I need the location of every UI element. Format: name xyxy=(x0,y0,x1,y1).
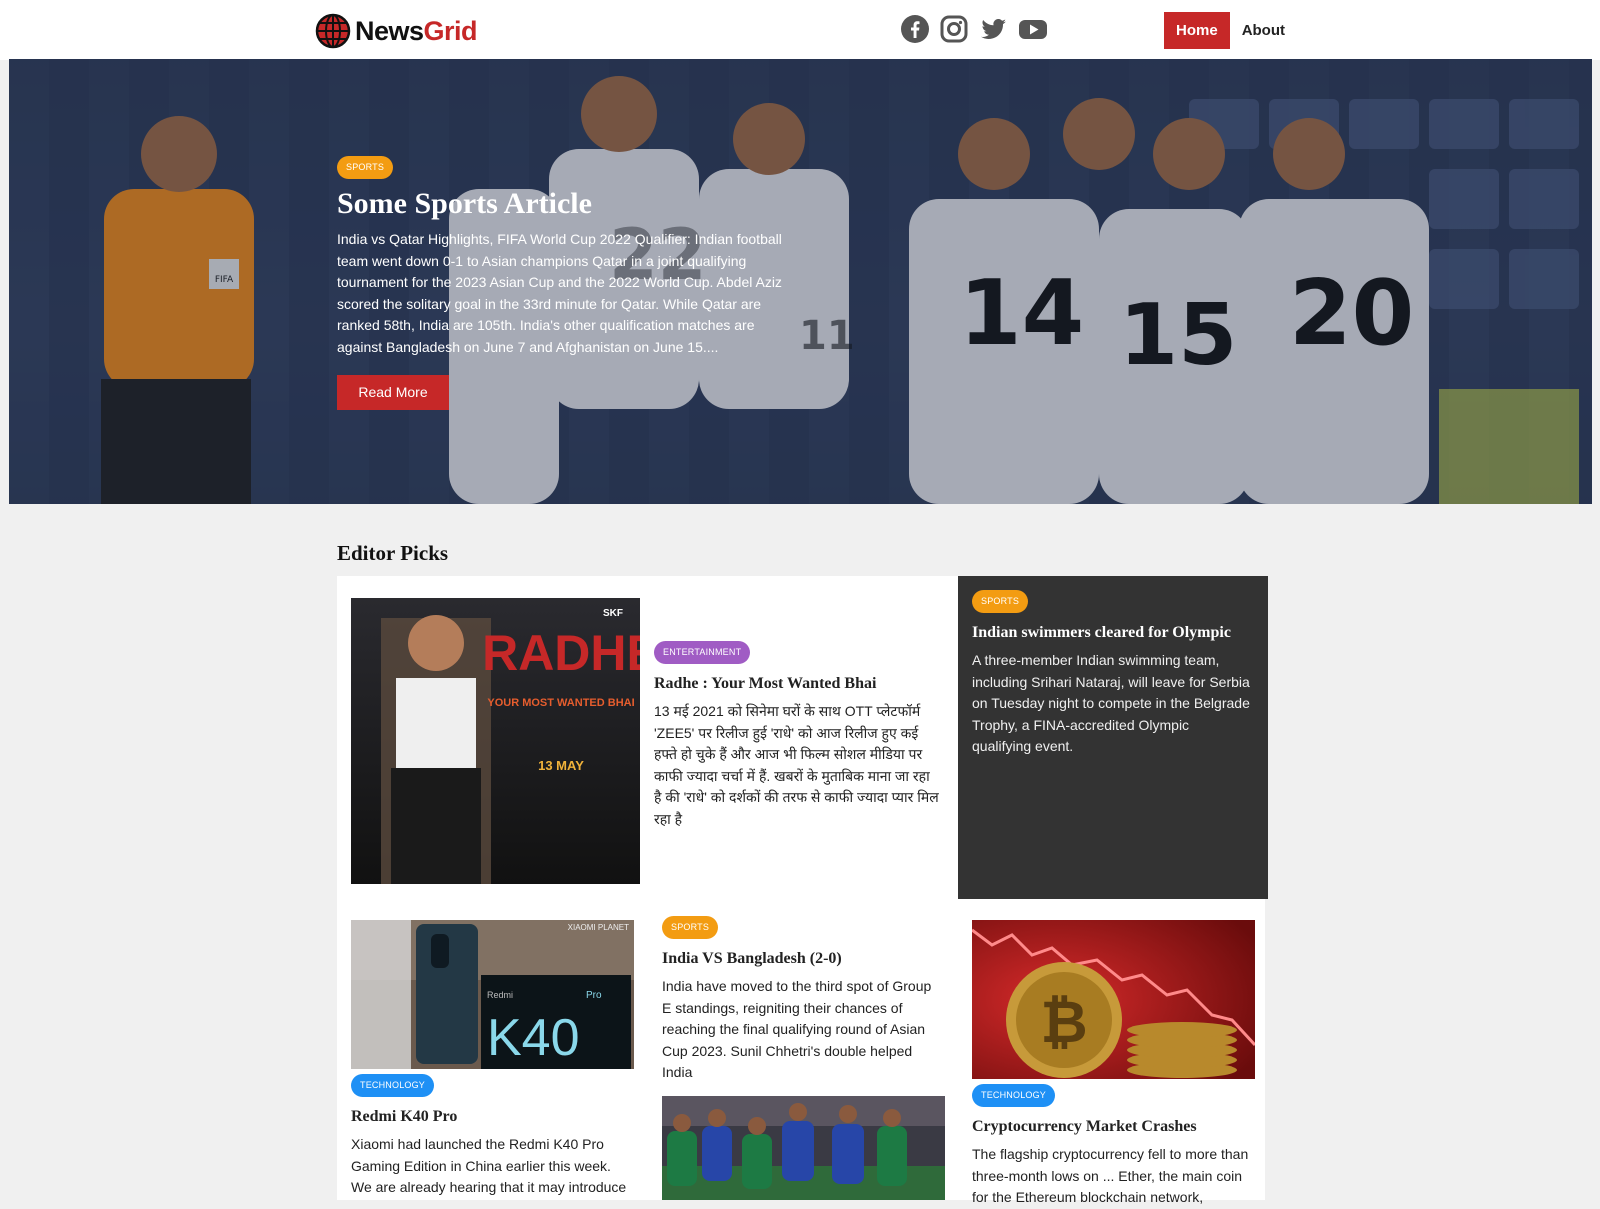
facebook-icon[interactable] xyxy=(900,14,930,44)
cryptocurrency-image[interactable]: ₿ xyxy=(972,920,1255,1079)
crypto-card[interactable]: TECHNOLOGY Cryptocurrency Market Crashes… xyxy=(972,1084,1255,1209)
main-nav: Home About xyxy=(1164,12,1297,49)
instagram-icon[interactable] xyxy=(939,14,969,44)
twitter-icon[interactable] xyxy=(978,14,1008,44)
card-summary: 13 मई 2021 को सिनेमा घरों के साथ OTT प्ल… xyxy=(654,703,939,827)
card-summary: A three-member Indian swimming team, inc… xyxy=(972,652,1250,754)
card-title[interactable]: India VS Bangladesh (2-0) xyxy=(662,950,942,968)
hero-banner[interactable]: FIFA 14 15 20 22 11 SPORTS Some Sports A… xyxy=(9,59,1592,504)
read-more-button[interactable]: Read More xyxy=(337,375,449,410)
youtube-icon[interactable] xyxy=(1017,14,1047,44)
svg-text:₿: ₿ xyxy=(1040,990,1087,1055)
card-title[interactable]: Redmi K40 Pro xyxy=(351,1108,634,1126)
brand-name: NewsGrid xyxy=(355,15,478,46)
hero-title[interactable]: Some Sports Article xyxy=(337,187,592,221)
card-title[interactable]: Radhe : Your Most Wanted Bhai xyxy=(654,675,939,693)
poster-title: RADHE xyxy=(482,625,640,681)
box-tier: Pro xyxy=(586,990,602,1001)
box-brand: Redmi xyxy=(487,990,513,1000)
category-badge[interactable]: TECHNOLOGY xyxy=(972,1084,1056,1107)
redmi-k40-image[interactable]: Redmi K40 Pro XIAOMI PLANET xyxy=(351,920,634,1069)
india-bangladesh-image[interactable] xyxy=(662,1096,945,1200)
header: NewsGrid Home About xyxy=(0,0,1600,60)
globe-logo-icon xyxy=(315,13,351,49)
redmi-k40-card[interactable]: TECHNOLOGY Redmi K40 Pro Xiaomi had laun… xyxy=(351,1074,634,1199)
editor-picks-heading: Editor Picks xyxy=(337,541,449,565)
card-summary: India have moved to the third spot of Gr… xyxy=(662,978,932,1080)
image-watermark: XIAOMI PLANET xyxy=(568,923,629,932)
hero-summary: India vs Qatar Highlights, FIFA World Cu… xyxy=(337,231,782,355)
radhe-poster-image[interactable]: RADHE YOUR MOST WANTED BHAI 13 MAY SKF xyxy=(351,598,640,884)
poster-date: 13 MAY xyxy=(538,758,584,773)
category-badge[interactable]: SPORTS xyxy=(972,590,1029,613)
hero-category-badge[interactable]: SPORTS xyxy=(337,156,394,179)
poster-corner-logo: SKF xyxy=(603,608,623,619)
social-links xyxy=(900,14,1047,44)
poster-subtitle: YOUR MOST WANTED BHAI xyxy=(487,697,634,709)
radhe-card[interactable]: ENTERTAINMENT Radhe : Your Most Wanted B… xyxy=(654,641,939,830)
nav-home-link[interactable]: Home xyxy=(1164,12,1230,49)
card-summary: Xiaomi had launched the Redmi K40 Pro Ga… xyxy=(351,1136,627,1195)
card-title[interactable]: Indian swimmers cleared for Olympic xyxy=(972,624,1252,642)
category-badge[interactable]: SPORTS xyxy=(662,916,719,939)
logo[interactable]: NewsGrid xyxy=(315,13,478,49)
category-badge[interactable]: TECHNOLOGY xyxy=(351,1074,435,1097)
card-title[interactable]: Cryptocurrency Market Crashes xyxy=(972,1118,1255,1136)
india-bangladesh-card[interactable]: SPORTS India VS Bangladesh (2-0) India h… xyxy=(662,916,942,1084)
card-summary: The flagship cryptocurrency fell to more… xyxy=(972,1146,1249,1205)
hero-football-photo: FIFA 14 15 20 22 11 xyxy=(9,59,1592,504)
swimmers-card[interactable]: SPORTS Indian swimmers cleared for Olymp… xyxy=(958,576,1268,899)
nav-about-link[interactable]: About xyxy=(1230,12,1297,49)
category-badge[interactable]: ENTERTAINMENT xyxy=(654,641,751,664)
box-model: K40 xyxy=(487,1009,580,1067)
